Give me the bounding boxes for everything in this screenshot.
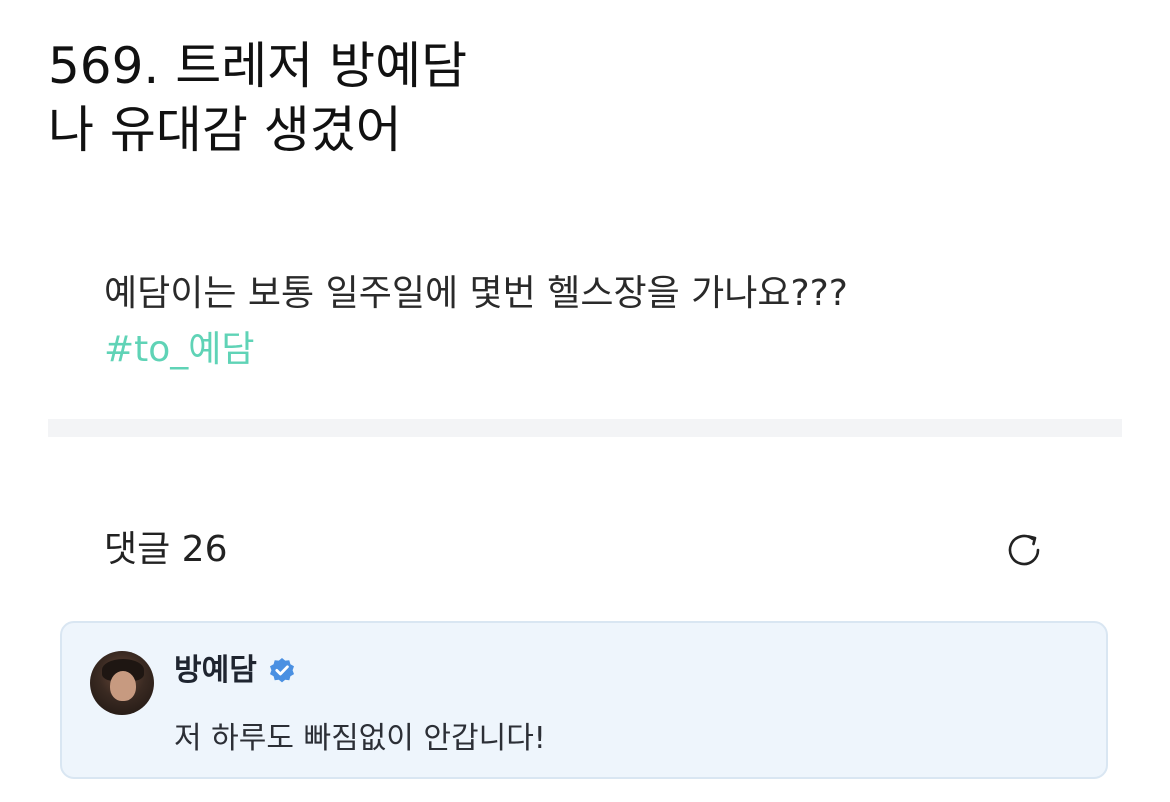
avatar-face (110, 671, 136, 701)
post-hashtag-link[interactable]: #to_예담 (104, 322, 1104, 378)
post-question: 예담이는 보통 일주일에 몇번 헬스장을 가나요??? (104, 273, 848, 314)
post-body: 예담이는 보통 일주일에 몇번 헬스장을 가나요??? #to_예담 (104, 266, 1104, 378)
verified-badge-icon (267, 656, 297, 686)
comment-text: 저 하루도 빠짐없이 안갑니다! (174, 721, 546, 756)
commenter-name[interactable]: 방예담 (174, 649, 257, 693)
avatar[interactable] (90, 651, 154, 715)
comments-count: 댓글 26 (104, 529, 228, 570)
commenter-row: 방예담 (174, 649, 297, 693)
section-divider (48, 419, 1122, 437)
refresh-icon (1008, 534, 1040, 566)
comment-card[interactable]: 방예담 저 하루도 빠짐없이 안갑니다! (60, 621, 1108, 779)
refresh-button[interactable] (994, 520, 1054, 580)
headline-subtitle: 나 유대감 생겼어 (48, 101, 402, 159)
headline: 569. 트레저 방예담 나 유대감 생겼어 (48, 34, 1128, 162)
comments-header: 댓글 26 (104, 520, 1064, 580)
headline-title: 569. 트레저 방예담 (48, 37, 468, 95)
